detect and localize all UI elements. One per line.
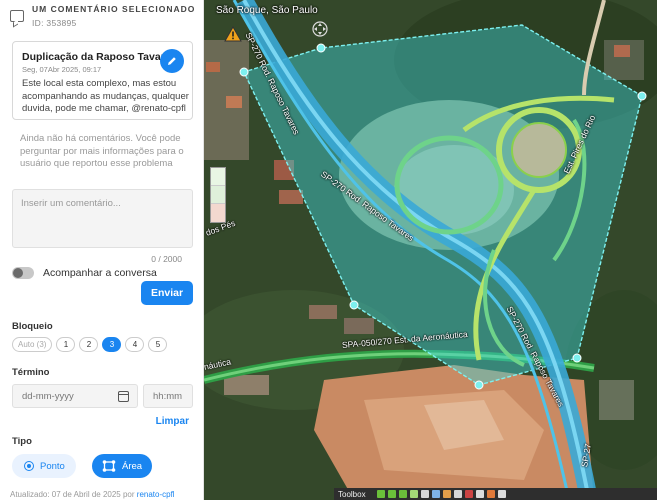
block-option-4[interactable]: 4 <box>125 337 145 352</box>
footer-user-link[interactable]: renato-cpfl <box>137 490 175 499</box>
radio-icon <box>24 461 34 471</box>
end-date-input[interactable]: dd-mm-yyyy <box>12 384 138 408</box>
tool-icon[interactable] <box>398 490 407 498</box>
tool-icon[interactable] <box>475 490 484 498</box>
card-body: Este local esta complexo, mas estou acom… <box>22 78 189 114</box>
tool-icon[interactable] <box>486 490 495 498</box>
move-icon[interactable] <box>312 21 328 37</box>
map-toolbar: Toolbox <box>334 488 657 500</box>
tool-icon[interactable] <box>431 490 440 498</box>
tool-icon[interactable] <box>464 490 473 498</box>
add-icon[interactable] <box>453 490 462 498</box>
tool-icon[interactable] <box>387 490 396 498</box>
comment-panel: UM COMENTÁRIO SELECIONADO ID: 353895 Dup… <box>0 0 204 500</box>
block-option-auto[interactable]: Auto (3) <box>12 337 53 352</box>
block-option-3[interactable]: 3 <box>102 337 122 352</box>
comment-card: Duplicação da Raposo Tavares Seg, 07Abr … <box>12 41 193 120</box>
tool-icon[interactable] <box>376 490 385 498</box>
type-point-label: Ponto <box>40 460 65 472</box>
type-area-button[interactable]: Área <box>92 454 152 478</box>
pencil-tool-icon[interactable] <box>420 490 429 498</box>
tool-icon[interactable] <box>409 490 418 498</box>
send-button[interactable]: Enviar <box>141 281 193 305</box>
comment-icon <box>10 10 24 22</box>
polygon-icon <box>102 460 116 472</box>
people-icon[interactable] <box>211 204 225 222</box>
map-view[interactable]: São Roque, São Paulo SP-270 Rod. Raposo … <box>204 0 657 500</box>
follow-label: Acompanhar a conversa <box>43 267 157 279</box>
char-counter: 0 / 2000 <box>151 254 182 264</box>
type-label: Tipo <box>12 436 32 447</box>
street-view-control[interactable] <box>210 167 226 223</box>
follow-toggle[interactable] <box>12 267 34 279</box>
place-label: São Roque, São Paulo <box>216 5 318 16</box>
calendar-icon[interactable] <box>118 391 129 402</box>
tool-icon[interactable] <box>442 490 451 498</box>
clear-button[interactable]: Limpar <box>156 416 189 427</box>
panel-header: UM COMENTÁRIO SELECIONADO ID: 353895 <box>0 0 203 32</box>
panel-title: UM COMENTÁRIO SELECIONADO <box>32 4 196 14</box>
no-comments-message: Ainda não há comentários. Você pode perg… <box>20 133 184 169</box>
toolbar-label: Toolbox <box>338 489 366 499</box>
block-option-5[interactable]: 5 <box>148 337 168 352</box>
comment-id: ID: 353895 <box>32 18 77 28</box>
layer-icon[interactable] <box>211 186 225 204</box>
updated-footer: Atualizado: 07 de Abril de 2025 por rena… <box>10 490 175 499</box>
card-date: Seg, 07Abr 2025, 09:17 <box>22 65 102 74</box>
type-point-button[interactable]: Ponto <box>12 454 76 478</box>
pegman-icon[interactable] <box>211 168 225 186</box>
tool-icon[interactable] <box>497 490 506 498</box>
type-area-label: Área <box>122 460 143 472</box>
block-label: Bloqueio <box>12 321 53 332</box>
block-option-2[interactable]: 2 <box>79 337 99 352</box>
end-label: Término <box>12 367 50 378</box>
follow-conversation[interactable]: Acompanhar a conversa <box>12 267 157 279</box>
warning-icon[interactable] <box>224 26 242 42</box>
edit-button[interactable] <box>160 49 184 73</box>
block-option-1[interactable]: 1 <box>56 337 76 352</box>
card-title: Duplicação da Raposo Tavares <box>22 51 177 63</box>
end-time-input[interactable]: hh:mm <box>143 384 193 408</box>
pencil-icon <box>168 57 176 65</box>
comment-input[interactable]: Inserir um comentário... <box>12 189 193 248</box>
footer-prefix: Atualizado: 07 de Abril de 2025 por <box>10 490 135 499</box>
block-options: Auto (3) 1 2 3 4 5 <box>12 337 168 352</box>
date-placeholder: dd-mm-yyyy <box>22 391 74 402</box>
